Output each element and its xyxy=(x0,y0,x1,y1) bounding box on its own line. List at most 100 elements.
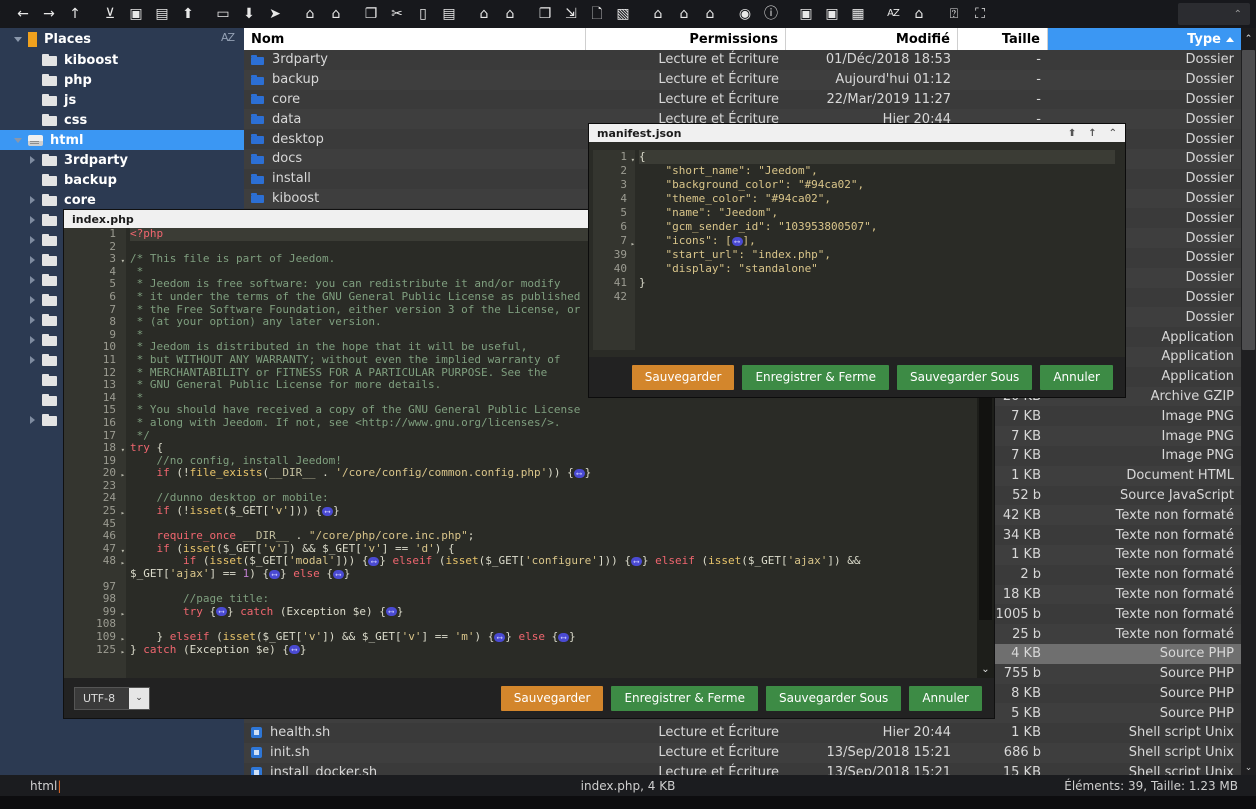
file-list-scrollbar[interactable]: ⌄ xyxy=(1241,50,1256,775)
fold-toggle-icon[interactable]: ▸ xyxy=(121,646,125,659)
editor-sauvegarder-button[interactable]: Sauvegarder xyxy=(500,685,604,711)
grid-view-icon[interactable]: ▦ xyxy=(845,1,871,27)
open-folder-icon[interactable]: ▭ xyxy=(210,1,236,27)
folded-code-pill[interactable]: ⟷ xyxy=(385,607,397,617)
chevron-right-icon[interactable] xyxy=(29,156,35,164)
preview-eye-icon[interactable]: ◉ xyxy=(732,1,758,27)
folded-code-pill[interactable]: ⟷ xyxy=(558,632,570,642)
new-folder-icon[interactable]: ▣ xyxy=(123,1,149,27)
expand-arrow-cell[interactable] xyxy=(14,137,28,143)
home-alt-icon[interactable]: ⌂ xyxy=(323,1,349,27)
sidebar-item-php[interactable]: php xyxy=(0,70,244,90)
upload-icon[interactable]: ⬆ xyxy=(175,1,201,27)
cut-icon[interactable]: ✂ xyxy=(384,1,410,27)
manifest-enregistrer-ferme-button[interactable]: Enregistrer & Ferme xyxy=(742,364,889,390)
back-arrow-icon[interactable]: ← xyxy=(10,1,36,27)
copy-icon[interactable]: ❐ xyxy=(358,1,384,27)
pin-icon[interactable]: ⬆ xyxy=(1068,128,1076,139)
table-row[interactable]: core Lecture et Écriture 22/Mar/2019 11:27… xyxy=(244,90,1256,110)
table-row[interactable]: backup Lecture et Écriture Aujourd'hui 01:… xyxy=(244,69,1256,90)
help-icon[interactable]: ⍰ xyxy=(941,1,967,27)
rename-icon[interactable]: ⇲ xyxy=(558,1,584,27)
sidebar-item-css[interactable]: css xyxy=(0,110,244,130)
editor-annuler-button[interactable]: Annuler xyxy=(909,685,982,711)
folded-code-pill[interactable]: ⟷ xyxy=(573,468,585,478)
delete-icon[interactable]: ▤ xyxy=(436,1,462,27)
view-detail-icon[interactable]: ▣ xyxy=(819,1,845,27)
table-row[interactable]: install_docker.sh Lecture et Écriture 13/S… xyxy=(244,763,1256,775)
folded-code-pill[interactable]: ⟷ xyxy=(269,569,280,579)
column-header-permissions[interactable]: Permissions xyxy=(586,28,786,50)
folded-code-pill[interactable]: ⟷ xyxy=(216,607,227,617)
chevron-down-icon[interactable] xyxy=(14,36,22,42)
chevron-right-icon[interactable] xyxy=(29,196,35,204)
scrollbar-thumb[interactable] xyxy=(1242,50,1255,350)
sidebar-item-js[interactable]: js xyxy=(0,90,244,110)
new-file-icon[interactable]: ▤ xyxy=(149,1,175,27)
sidebar-item-kiboost[interactable]: kiboost xyxy=(0,50,244,70)
expand-arrow-cell[interactable] xyxy=(28,416,42,424)
chevron-right-icon[interactable] xyxy=(29,416,35,424)
sidebar-item-core[interactable]: core xyxy=(0,190,244,210)
manifest-code-area[interactable]: { "short_name": "Jeedom", "background_co… xyxy=(635,150,1115,304)
toolbar-overflow-button[interactable]: ⌃ xyxy=(1178,3,1250,25)
chevron-right-icon[interactable] xyxy=(29,296,35,304)
folded-code-pill[interactable]: ⟷ xyxy=(731,236,743,246)
column-header-nom[interactable]: Nom xyxy=(244,28,586,50)
scrollbar-down-button[interactable]: ⌄ xyxy=(1241,760,1256,775)
editor-encoding-select[interactable]: UTF-8 ⌄ xyxy=(74,686,150,710)
up-arrow-icon[interactable]: ↑ xyxy=(62,1,88,27)
table-row[interactable]: init.sh Lecture et Écriture 13/Sep/2018 15… xyxy=(244,742,1256,763)
expand-arrow-cell[interactable] xyxy=(28,156,42,164)
collapse-icon[interactable]: ⌃ xyxy=(1109,128,1117,139)
duplicate-icon[interactable]: ❐ xyxy=(532,1,558,27)
expand-arrow-cell[interactable] xyxy=(28,236,42,244)
folded-code-pill[interactable]: ⟷ xyxy=(332,569,344,579)
expand-arrow-cell[interactable] xyxy=(28,296,42,304)
chevron-right-icon[interactable] xyxy=(29,236,35,244)
float-icon[interactable]: ↑ xyxy=(1088,128,1096,139)
fullscreen-icon[interactable]: ⛶ xyxy=(967,1,993,27)
forward-arrow-icon[interactable]: → xyxy=(36,1,62,27)
table-row[interactable]: health.sh Lecture et Écriture Hier 20:44 1 … xyxy=(244,723,1256,743)
home-8-icon[interactable]: ⌂ xyxy=(906,1,932,27)
home-6-icon[interactable]: ⌂ xyxy=(671,1,697,27)
expand-arrow-cell[interactable] xyxy=(28,316,42,324)
paste-icon[interactable]: ▯ xyxy=(410,1,436,27)
chevron-right-icon[interactable] xyxy=(29,336,35,344)
manifest-sauvegarder-sous-button[interactable]: Sauvegarder Sous xyxy=(896,364,1033,390)
expand-arrow-cell[interactable] xyxy=(28,196,42,204)
view-list-icon[interactable]: ▣ xyxy=(793,1,819,27)
home-5-icon[interactable]: ⌂ xyxy=(645,1,671,27)
expand-arrow-cell[interactable] xyxy=(28,356,42,364)
expand-arrow-cell[interactable] xyxy=(28,276,42,284)
column-header-taille[interactable]: Taille xyxy=(958,28,1048,50)
manifest-body[interactable]: 1 ▾ 2 3 4 5 6 7 ▸ 39 40 41 42 { "short_name": "Jeedo… xyxy=(589,142,1125,357)
manifest-annuler-button[interactable]: Annuler xyxy=(1040,364,1113,390)
table-row[interactable]: 3rdparty Lecture et Écriture 01/Déc/2018 1… xyxy=(244,50,1256,70)
sort-az-icon[interactable]: AZ xyxy=(880,1,906,27)
sidebar-item-html[interactable]: html xyxy=(0,130,244,150)
chevron-right-icon[interactable] xyxy=(29,316,35,324)
sidebar-item-3rdparty[interactable]: 3rdparty xyxy=(0,150,244,170)
chevron-right-icon[interactable] xyxy=(29,256,35,264)
scrollbar-up-button[interactable]: ⌃ xyxy=(1241,28,1256,50)
archive-icon[interactable]: ▧ xyxy=(610,1,636,27)
expand-arrow-cell[interactable] xyxy=(28,216,42,224)
home-3-icon[interactable]: ⌂ xyxy=(471,1,497,27)
sort-az-icon[interactable]: AZ xyxy=(221,31,235,44)
chevron-right-icon[interactable] xyxy=(29,216,35,224)
home-7-icon[interactable]: ⌂ xyxy=(697,1,723,27)
folded-code-pill[interactable]: ⟷ xyxy=(494,632,506,642)
mount-device-icon[interactable]: ⊻ xyxy=(97,1,123,27)
expand-arrow-cell[interactable] xyxy=(28,336,42,344)
chevron-right-icon[interactable] xyxy=(29,356,35,364)
chevron-right-icon[interactable] xyxy=(29,276,35,284)
column-header-type[interactable]: Type xyxy=(1048,28,1241,50)
folded-code-pill[interactable]: ⟷ xyxy=(288,645,300,655)
expand-arrow-cell[interactable] xyxy=(28,256,42,264)
home-icon[interactable]: ⌂ xyxy=(297,1,323,27)
download-icon[interactable]: ⬇ xyxy=(236,1,262,27)
sidebar-item-backup[interactable]: backup xyxy=(0,170,244,190)
folded-code-pill[interactable]: ⟷ xyxy=(322,506,333,516)
